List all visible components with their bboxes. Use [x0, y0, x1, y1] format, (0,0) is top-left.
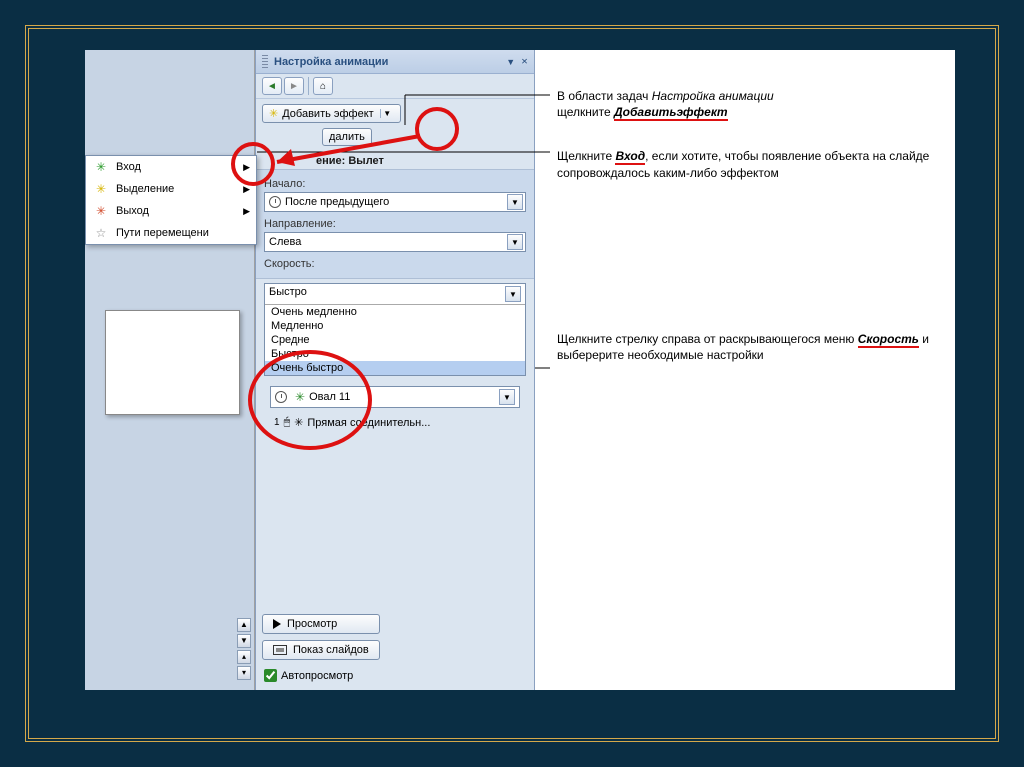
- delete-label: далить: [329, 131, 365, 143]
- effect-context-menu[interactable]: ✳ Вход ▶ ✳ Выделение ▶ ✳ Выход ▶ ☆ Пути …: [85, 155, 257, 245]
- callout-2: Щелкните Вход, если хотите, чтобы появле…: [557, 148, 942, 180]
- callout-3: Щелкните стрелку справа от раскрывающего…: [557, 331, 942, 363]
- speed-dropdown[interactable]: Быстро ▼ Очень медленно Медленно Средне …: [264, 283, 526, 376]
- speed-option[interactable]: Очень быстро: [265, 361, 525, 375]
- speed-option[interactable]: Медленно: [265, 319, 525, 333]
- nav-home-icon[interactable]: ⌂: [313, 77, 333, 95]
- submenu-arrow-icon: ▶: [243, 184, 250, 195]
- direction-combo[interactable]: Слева ▼: [264, 232, 526, 252]
- effect-icon: ✳: [294, 416, 303, 429]
- instruction-callouts: В области задач Настройка анимации щелкн…: [557, 88, 942, 385]
- dropdown-icon[interactable]: ▼: [505, 286, 521, 302]
- nav-back-icon[interactable]: ◄: [262, 77, 282, 95]
- anim-item-label: Овал 11: [309, 391, 350, 403]
- autopreview-checkbox[interactable]: Автопросмотр: [264, 669, 353, 682]
- menu-item-exit[interactable]: ✳ Выход ▶: [86, 200, 256, 222]
- speed-option[interactable]: Средне: [265, 333, 525, 347]
- speed-selected: Быстро: [269, 286, 307, 302]
- star-icon: ✳: [92, 182, 110, 196]
- star-icon: ☆: [92, 226, 110, 240]
- menu-label: Вход: [116, 161, 141, 173]
- dropdown-icon[interactable]: ▼: [499, 389, 515, 405]
- menu-label: Выход: [116, 205, 149, 217]
- add-effect-dropdown-icon[interactable]: ▼: [380, 109, 394, 118]
- slide-scroll[interactable]: ▲▼▴▾: [237, 618, 251, 680]
- anim-item-label: Прямая соединительн...: [307, 417, 430, 429]
- add-effect-button[interactable]: ✳ Добавить эффект ▼: [262, 104, 401, 123]
- direction-label: Направление:: [264, 216, 526, 232]
- speed-option[interactable]: Очень медленно: [265, 305, 525, 319]
- drag-handle-icon: [262, 55, 268, 69]
- clock-icon: [269, 196, 281, 208]
- animation-item[interactable]: 1 🖱 ✳ Прямая соединительн...: [270, 414, 520, 431]
- menu-item-emphasis[interactable]: ✳ Выделение ▶: [86, 178, 256, 200]
- direction-value: Слева: [269, 236, 301, 248]
- close-icon[interactable]: ×: [521, 54, 528, 69]
- slide-panel: ▲▼▴▾: [85, 50, 255, 690]
- animation-pane: Настройка анимации ▼ × ◄ ► ⌂ ✳ Добавить …: [255, 50, 535, 690]
- delete-button[interactable]: далить: [322, 128, 372, 146]
- menu-label: Пути перемещени: [116, 227, 209, 239]
- mouse-icon: 🖱: [284, 416, 291, 429]
- pane-nav: ◄ ► ⌂: [256, 74, 534, 99]
- menu-item-entrance[interactable]: ✳ Вход ▶: [86, 156, 256, 178]
- dropdown-icon[interactable]: ▼: [507, 234, 523, 250]
- submenu-arrow-icon: ▶: [243, 206, 250, 217]
- slideshow-label: Показ слайдов: [293, 644, 369, 656]
- slide-thumbnail[interactable]: [105, 310, 240, 415]
- clock-icon: [275, 391, 287, 403]
- preview-button[interactable]: Просмотр: [262, 614, 380, 634]
- start-value: После предыдущего: [285, 196, 389, 208]
- menu-item-motion-paths[interactable]: ☆ Пути перемещени: [86, 222, 256, 244]
- star-icon: ✳: [269, 107, 278, 120]
- dropdown-icon[interactable]: ▼: [507, 194, 523, 210]
- star-icon: ✳: [92, 160, 110, 174]
- callout-1: В области задач Настройка анимации щелкн…: [557, 88, 942, 120]
- add-effect-label: Добавить эффект: [282, 108, 373, 120]
- speed-option[interactable]: Быстро: [265, 347, 525, 361]
- start-combo[interactable]: После предыдущего ▼: [264, 192, 526, 212]
- pane-titlebar[interactable]: Настройка анимации ▼ ×: [256, 50, 534, 74]
- play-icon: [273, 619, 281, 629]
- menu-dropdown-icon[interactable]: ▼: [506, 57, 515, 67]
- star-icon: ✳: [92, 204, 110, 218]
- speed-label: Скорость:: [264, 256, 526, 272]
- start-label: Начало:: [264, 176, 526, 192]
- animation-item[interactable]: ✳ Овал 11 ▼: [270, 386, 520, 408]
- effect-icon: ✳: [295, 390, 305, 404]
- projector-icon: [273, 645, 287, 655]
- submenu-arrow-icon: ▶: [243, 162, 250, 173]
- autopreview-label: Автопросмотр: [281, 670, 353, 682]
- menu-label: Выделение: [116, 183, 174, 195]
- nav-fwd-icon[interactable]: ►: [284, 77, 304, 95]
- tutorial-canvas: ▲▼▴▾ Настройка анимации ▼ × ◄ ► ⌂ ✳ Доба…: [85, 50, 955, 690]
- modify-header: ение: Вылет: [256, 151, 534, 169]
- preview-label: Просмотр: [287, 618, 337, 630]
- slideshow-button[interactable]: Показ слайдов: [262, 640, 380, 660]
- pane-title-text: Настройка анимации: [274, 56, 388, 68]
